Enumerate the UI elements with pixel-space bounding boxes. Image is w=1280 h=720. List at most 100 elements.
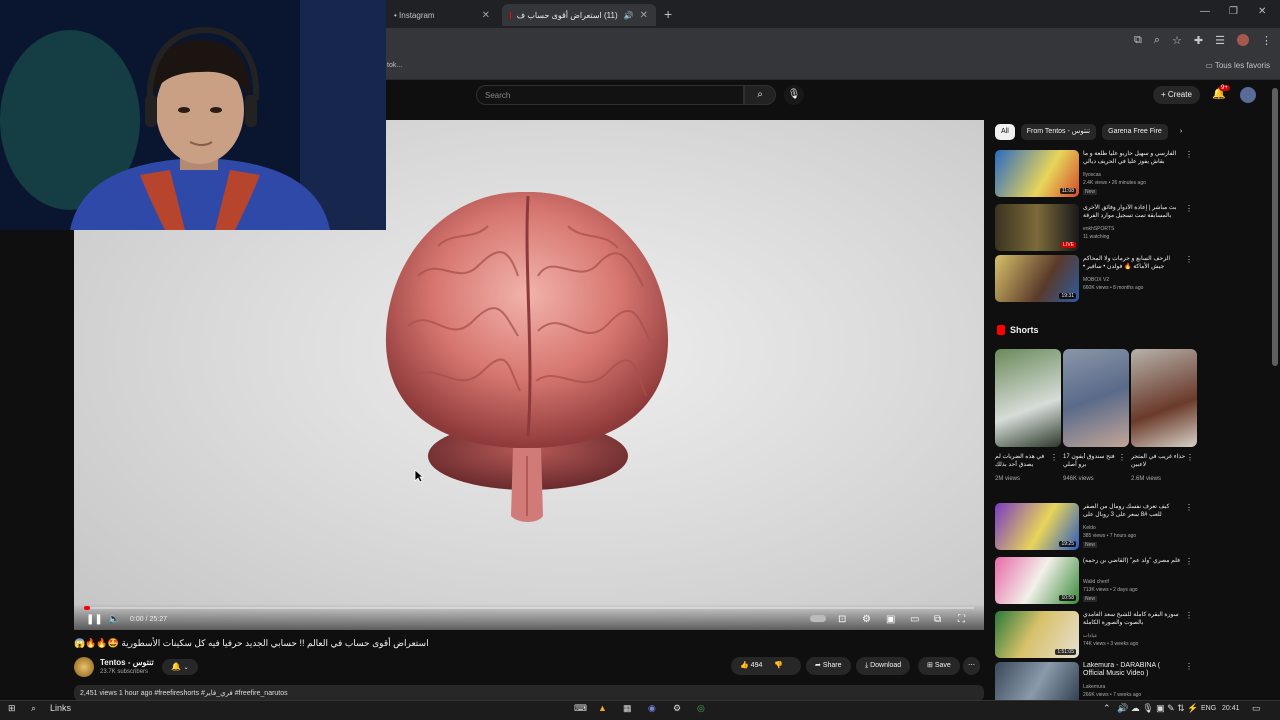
short-thumbnail[interactable] — [1063, 349, 1129, 447]
recommended-video[interactable]: 19:31 الزحف السابع و حرمات ولا المحاكم ج… — [995, 255, 1195, 305]
video-title[interactable]: كيف تعرف نفسك رومال من الصفر للعب #8 سعر… — [1083, 503, 1183, 519]
close-tab-icon[interactable]: ✕ — [482, 10, 490, 21]
account-avatar[interactable] — [1240, 87, 1256, 103]
star-icon[interactable]: ☆ — [1172, 34, 1182, 47]
channel-name[interactable]: Lakemura — [1083, 684, 1105, 690]
short-thumbnail[interactable] — [995, 349, 1061, 447]
more-options-icon[interactable]: ⋮ — [1185, 150, 1193, 159]
tab-youtube[interactable]: (11) استعراض أقوى حساب ف 🔊 ✕ — [502, 4, 656, 26]
video-title[interactable]: فلم مصري "ولد عم" (القاضي بن رحمه) — [1083, 557, 1183, 573]
keyboard-icon[interactable]: ⌨ — [574, 703, 587, 714]
create-button[interactable]: + Create — [1153, 86, 1200, 104]
close-tab-icon[interactable]: ✕ — [640, 10, 648, 21]
video-thumbnail[interactable] — [995, 662, 1079, 700]
video-title[interactable]: الزحف السابع و حرمات ولا المحاكم جيش الأ… — [1083, 255, 1183, 271]
extensions-icon[interactable]: ✚ — [1194, 34, 1203, 47]
cast-button[interactable]: ⧉ — [934, 614, 941, 625]
minimize-button[interactable]: — — [1200, 6, 1210, 17]
chevron-right-icon[interactable]: › — [1174, 124, 1188, 140]
short-title[interactable]: في هذه الضربات لم يصدق أحد بذلك — [995, 453, 1051, 469]
thumbs-up-icon[interactable]: 👍 — [740, 662, 749, 669]
theater-mode-button[interactable]: ▭ — [910, 614, 919, 625]
app-icon[interactable]: ▦ — [623, 703, 632, 714]
video-thumbnail[interactable]: 19:31 — [995, 255, 1079, 302]
video-title[interactable]: الفارسي و سهيل حاربو عليا طلعة و ما بقاش… — [1083, 150, 1183, 166]
video-thumbnail[interactable]: 11:08 — [995, 150, 1079, 197]
search-icon[interactable]: ⌕ — [31, 703, 36, 714]
menu-icon[interactable]: ⋮ — [1261, 34, 1272, 47]
save-button[interactable]: ⊞ Save — [918, 657, 960, 675]
thumbs-down-icon[interactable]: 👎 — [774, 662, 783, 669]
tray-chevron-icon[interactable]: ⌃ — [1103, 703, 1111, 714]
video-title[interactable]: بث مباشر | إعادة الأدوار وفائق الأخرى با… — [1083, 204, 1183, 220]
bookmark-item[interactable]: tok... — [387, 62, 402, 69]
volume-button[interactable]: 🔈 — [108, 614, 120, 625]
video-title[interactable]: Lakemura - DARABINA ( Official Music Vid… — [1083, 662, 1183, 678]
video-title[interactable]: سورة البقرة كاملة للشيخ سعد الغامدي بالص… — [1083, 611, 1183, 627]
search-button[interactable]: ⌕ — [744, 85, 776, 105]
channel-avatar[interactable] — [74, 657, 94, 677]
subtitles-button[interactable]: ⊡ — [838, 614, 846, 625]
video-thumbnail[interactable]: 10:58 — [995, 557, 1079, 604]
chip-free-fire[interactable]: Garena Free Fire — [1102, 124, 1168, 140]
like-dislike-buttons[interactable]: 👍 494 👎 — [731, 657, 801, 675]
recommended-video[interactable]: LIVE بث مباشر | إعادة الأدوار وفائق الأخ… — [995, 204, 1195, 254]
windows-start-icon[interactable]: ⊞ — [8, 703, 16, 714]
video-thumbnail[interactable]: 19:25 — [995, 503, 1079, 550]
channel-name[interactable]: enkhSPORTS — [1083, 226, 1114, 232]
recommended-video[interactable]: 1:51:05 سورة البقرة كاملة للشيخ سعد الغا… — [995, 611, 1195, 661]
more-options-icon[interactable]: ⋮ — [1186, 453, 1194, 462]
discord-icon[interactable]: ◉ — [648, 703, 656, 714]
settings-icon[interactable]: ⚙ — [673, 703, 681, 714]
channel-name[interactable]: Walid cherif — [1083, 579, 1109, 585]
more-options-icon[interactable]: ⋮ — [1185, 557, 1193, 566]
close-window-button[interactable]: ✕ — [1258, 6, 1266, 17]
more-options-icon[interactable]: ⋮ — [1118, 453, 1126, 462]
install-icon[interactable]: ⧉ — [1134, 34, 1142, 47]
search-input[interactable]: Search — [476, 85, 744, 105]
tab-instagram[interactable]: • Instagram ✕ — [386, 4, 498, 26]
new-tab-button[interactable]: + — [664, 6, 672, 22]
profile-icon[interactable] — [1237, 34, 1249, 46]
description-box[interactable]: 2,451 views 1 hour ago #freefireshorts #… — [74, 685, 984, 701]
more-options-icon[interactable]: ⋮ — [1185, 662, 1193, 671]
tab-search-icon[interactable]: ☰ — [1215, 34, 1225, 47]
channel-name[interactable]: Tentos - تنتوس — [100, 658, 154, 667]
share-button[interactable]: ➦ Share — [806, 657, 851, 675]
speaker-icon[interactable]: 🔊 — [624, 11, 634, 20]
zoom-icon[interactable]: ⌕ — [1154, 34, 1160, 47]
short-title[interactable]: فتح سندوق أيفون 17 برو أصلي — [1063, 453, 1119, 469]
voice-search-button[interactable]: 🎙 — [784, 85, 804, 105]
more-options-icon[interactable]: ⋮ — [1050, 453, 1058, 462]
miniplayer-button[interactable]: ▣ — [886, 614, 895, 625]
download-button[interactable]: ⤓ Download — [856, 657, 911, 675]
language-indicator[interactable]: ENG — [1201, 705, 1216, 712]
more-options-icon[interactable]: ⋮ — [1185, 204, 1193, 213]
autoplay-toggle[interactable] — [810, 614, 826, 625]
maximize-button[interactable]: ❐ — [1229, 6, 1238, 17]
progress-bar[interactable] — [84, 607, 974, 609]
notification-center-icon[interactable]: ▭ — [1252, 703, 1261, 714]
channel-name[interactable]: Keldo — [1083, 525, 1096, 531]
more-options-icon[interactable]: ⋮ — [1185, 611, 1193, 620]
more-actions-button[interactable]: ⋯ — [963, 657, 980, 675]
channel-name[interactable]: Ilyoscas — [1083, 172, 1101, 178]
more-options-icon[interactable]: ⋮ — [1185, 503, 1193, 512]
pause-button[interactable]: ❚❚ — [86, 614, 103, 625]
app-icon[interactable]: ▲ — [598, 703, 607, 713]
chip-channel[interactable]: From Tentos - تنتوس — [1020, 124, 1097, 140]
recommended-video[interactable]: 19:25 كيف تعرف نفسك رومال من الصفر للعب … — [995, 503, 1195, 553]
channel-name[interactable]: عبادات — [1083, 633, 1097, 639]
recommended-video[interactable]: Lakemura - DARABINA ( Official Music Vid… — [995, 662, 1195, 700]
more-options-icon[interactable]: ⋮ — [1185, 255, 1193, 264]
taskbar-links[interactable]: Links — [50, 703, 71, 713]
fullscreen-button[interactable]: ⛶ — [958, 614, 965, 625]
short-title[interactable]: حذاء غريب في المتجر لاعبين — [1131, 453, 1187, 469]
progress-scrubber[interactable] — [84, 606, 90, 610]
video-thumbnail[interactable]: 1:51:05 — [995, 611, 1079, 658]
subscribed-button[interactable]: 🔔 ⌄ — [162, 659, 198, 675]
recommended-video[interactable]: 10:58 فلم مصري "ولد عم" (القاضي بن رحمه)… — [995, 557, 1195, 607]
clock[interactable]: 20:41 — [1222, 705, 1240, 712]
page-scrollbar[interactable] — [1272, 88, 1278, 366]
all-bookmarks-button[interactable]: ▭ Tous les favoris — [1205, 61, 1270, 70]
